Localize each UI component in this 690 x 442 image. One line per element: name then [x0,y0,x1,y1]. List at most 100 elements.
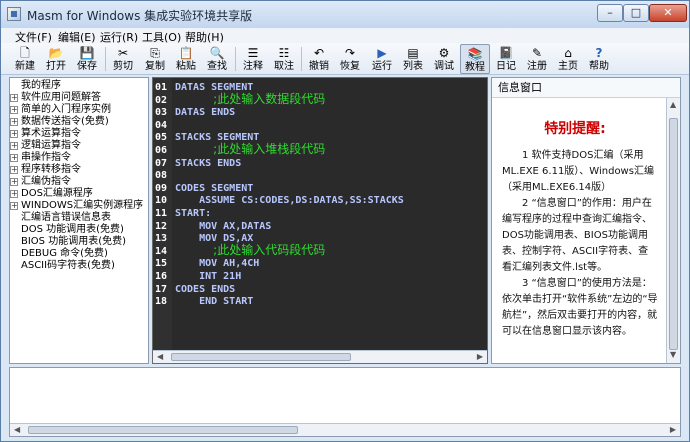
code-line[interactable]: MOV AX,DATAS [175,221,271,233]
tree-item-label: 我的程序 [21,80,61,91]
editor-horizontal-scrollbar[interactable]: ◀ ▶ [153,350,487,363]
tree-item[interactable]: 我的程序 [10,80,61,92]
code-line[interactable]: INT 21H [175,271,241,283]
menu-bar: 文件(F) 编辑(E) 运行(R) 工具(O) 帮助(H) [1,28,689,44]
tree-item[interactable]: + 逻辑运算指令 [10,140,81,152]
scroll-right-icon[interactable]: ▶ [477,352,483,361]
list-icon: ▤ [407,46,419,60]
line-number: 16 [155,271,168,282]
tree-item[interactable]: + 程序转移指令 [10,164,81,176]
line-number: 11 [155,208,168,219]
info-vertical-scrollbar[interactable]: ▲ ▼ [666,98,680,363]
tree-item[interactable]: BIOS 功能调用表(免费) [10,236,126,248]
expand-icon[interactable]: + [10,118,18,126]
code-comment[interactable]: ;此处输入堆栈段代码 [175,143,325,155]
window-title: Masm for Windows 集成实验环境共享版 [27,9,253,23]
tree-item[interactable]: + 数据传送指令(免费) [10,116,109,128]
open-folder-icon: 📂 [48,46,64,60]
expand-icon[interactable]: + [10,178,18,186]
find-button[interactable]: 🔍 查找 [202,44,232,74]
line-number: 18 [155,296,168,308]
code-editor[interactable]: 01 DATAS SEGMENT 02 ;此处输入数据段代码 03 DATAS ENDS… [152,77,488,364]
scroll-up-icon[interactable]: ▲ [670,100,676,109]
scrollbar-thumb[interactable] [669,118,678,350]
code-comment[interactable]: ;此处输入数据段代码 [175,93,325,105]
app-icon [7,7,21,21]
expand-icon[interactable]: + [10,94,18,102]
uncomment-button[interactable]: ☷ 取注 [269,44,299,74]
code-line[interactable]: STACKS ENDS [175,158,241,170]
tree-item-label: 软件应用问题解答 [21,92,101,103]
close-button[interactable]: ✕ [649,4,687,22]
redo-icon: ↷ [344,46,356,60]
scroll-left-icon[interactable]: ◀ [14,425,20,434]
new-file-icon: 🗋 [20,46,30,60]
info-panel-header: 信息窗口 [492,78,680,98]
comment-icon: ☰ [247,46,259,60]
tree-item-label: WINDOWS汇编实例源程序 [21,200,144,211]
line-number: 01 [155,82,168,93]
minimize-button[interactable]: – [597,4,623,22]
code-line[interactable]: MOV AH,4CH [175,258,259,270]
expand-icon[interactable]: + [10,106,18,114]
expand-icon[interactable]: + [10,190,18,198]
line-number: 12 [155,220,168,232]
maximize-button[interactable]: □ [623,4,649,22]
line-number: 06 [155,145,168,156]
scroll-right-icon[interactable]: ▶ [670,425,676,434]
tree-item[interactable]: DEBUG 命令(免费) [10,248,108,260]
code-line[interactable]: END START [175,296,253,308]
scroll-down-icon[interactable]: ▼ [670,350,676,359]
code-line[interactable]: ASSUME CS:CODES,DS:DATAS,SS:STACKS [175,195,404,207]
paste-icon: 📋 [178,46,194,60]
expand-icon[interactable]: + [10,202,18,210]
tree-item[interactable]: + 简单的入门程序实例 [10,104,111,116]
expand-icon[interactable]: + [10,130,18,138]
register-icon: ✎ [531,46,543,60]
tree-item[interactable]: ASCII码字符表(免费) [10,260,115,272]
save-icon: 💾 [79,46,95,60]
line-number: 09 [155,182,168,194]
code-comment[interactable]: ;此处输入代码段代码 [175,244,325,256]
code-line[interactable]: DATAS ENDS [175,107,235,119]
tree-item[interactable]: + DOS汇编源程序 [10,188,93,200]
expand-icon[interactable]: + [10,166,18,174]
tree-item-label: 程序转移指令 [21,164,81,175]
tree-item[interactable]: 汇编语言错误信息表 [10,212,111,224]
tree-item[interactable]: + 汇编伪指令 [10,176,71,188]
save-button[interactable]: 💾 保存 [72,44,102,74]
tree-item[interactable]: DOS 功能调用表(免费) [10,224,124,236]
scrollbar-thumb[interactable] [171,353,351,361]
expand-icon[interactable]: + [10,154,18,162]
tree-item[interactable]: + WINDOWS汇编实例源程序 [10,200,143,212]
code-line[interactable]: CODES ENDS [175,284,235,296]
run-icon: ▶ [377,46,387,60]
copy-icon: ⎘ [150,46,160,60]
info-title: 特别提醒: [544,121,606,137]
tree-item-label: 汇编语言错误信息表 [21,212,111,223]
scroll-left-icon[interactable]: ◀ [157,352,163,361]
scrollbar-thumb[interactable] [28,426,298,434]
title-bar[interactable]: Masm for Windows 集成实验环境共享版 – □ ✕ [1,1,689,28]
tree-item-label: DOS 功能调用表(免费) [21,224,124,235]
toolbar: 🗋 新建 📂 打开 💾 保存 ✂ 剪切 ⎘ 复制 📋 粘贴 🔍 查找 ☰ 注释 ☷ 取注 ↶ 撤销 … [1,43,689,75]
help-button[interactable]: ? 帮助 [584,44,614,74]
code-line[interactable]: CODES SEGMENT [175,183,253,195]
info-paragraph: 1 软件支持DOS汇编（采用ML.EXE 6.11版）、Windows汇编（采用… [502,150,654,193]
main-window: Masm for Windows 集成实验环境共享版 – □ ✕ 文件(F) 编… [0,0,690,442]
help-icon: ? [595,46,603,60]
debug-icon: ⚙ [438,46,450,60]
tutorial-icon: 📚 [467,47,483,61]
cut-icon: ✂ [117,46,129,60]
line-number: 07 [155,157,168,169]
output-horizontal-scrollbar[interactable]: ◀ ▶ [10,423,680,436]
output-panel[interactable]: ◀ ▶ [9,367,681,437]
tree-item[interactable]: + 串操作指令 [10,152,71,164]
tree-item[interactable]: + 软件应用问题解答 [10,92,101,104]
code-line[interactable]: START: [175,208,211,220]
tree-item[interactable]: + 算术运算指令 [10,128,81,140]
line-number: 04 [155,119,168,131]
info-panel: 信息窗口 特别提醒: 1 软件支持DOS汇编（采用ML.EXE 6.11版）、W… [491,77,681,364]
expand-icon[interactable]: + [10,142,18,150]
find-icon: 🔍 [209,46,225,60]
